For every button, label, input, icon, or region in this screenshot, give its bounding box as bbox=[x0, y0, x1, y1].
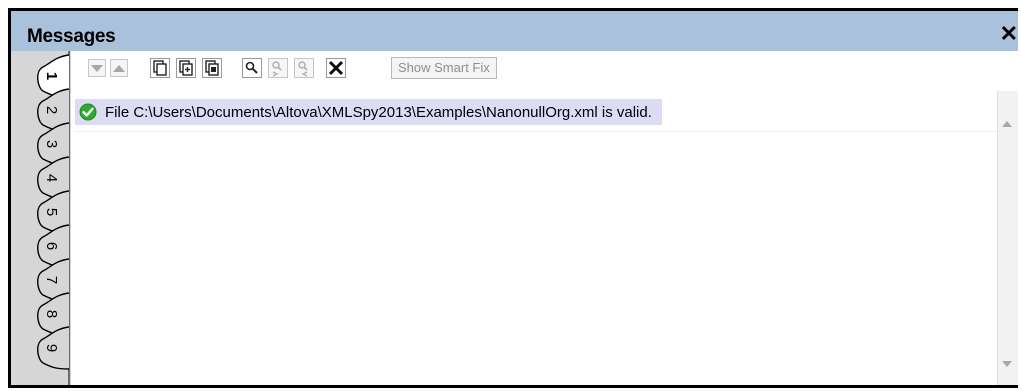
arrow-down-icon bbox=[88, 59, 106, 77]
window-title: Messages bbox=[27, 26, 116, 47]
search-icon bbox=[242, 58, 262, 78]
scroll-up-icon[interactable] bbox=[1002, 121, 1012, 127]
page-tab-strip: 1 2 3 4 5 6 7 8 9 bbox=[11, 51, 71, 385]
tab-label: 5 bbox=[43, 208, 60, 216]
tab-label: 2 bbox=[43, 106, 60, 114]
tab-label: 6 bbox=[43, 242, 60, 250]
next-error-button[interactable] bbox=[87, 57, 107, 79]
tab-label: 9 bbox=[43, 344, 60, 352]
find-next-button[interactable] bbox=[267, 57, 289, 79]
scroll-down-icon[interactable] bbox=[1002, 361, 1012, 367]
tab-label: 7 bbox=[43, 276, 60, 284]
tab-9[interactable]: 9 bbox=[37, 326, 70, 370]
clear-button[interactable] bbox=[325, 57, 347, 79]
page-tabs: 1 2 3 4 5 6 7 8 9 bbox=[37, 51, 70, 385]
show-smart-fix-button[interactable]: Show Smart Fix bbox=[391, 57, 497, 79]
message-toolbar: Show Smart Fix bbox=[71, 51, 1018, 91]
tab-label: 3 bbox=[43, 140, 60, 148]
messages-window: Messages ✕ 1 2 3 4 5 6 7 8 9 Show Smart Fix File… bbox=[8, 8, 1018, 388]
check-circle-icon bbox=[79, 103, 97, 121]
copy-icon bbox=[150, 58, 170, 78]
close-icon[interactable]: ✕ bbox=[1000, 23, 1018, 45]
find-previous-button[interactable] bbox=[293, 57, 315, 79]
tab-label: 8 bbox=[43, 310, 60, 318]
copy-line-button[interactable] bbox=[149, 57, 171, 79]
find-previous-icon bbox=[294, 58, 314, 78]
arrow-up-icon bbox=[110, 59, 128, 77]
previous-error-button[interactable] bbox=[109, 57, 129, 79]
message-text: File C:\Users\Documents\Altova\XMLSpy201… bbox=[105, 103, 652, 121]
tab-label: 1 bbox=[43, 72, 60, 80]
copy-all-icon bbox=[176, 58, 196, 78]
message-list: File C:\Users\Documents\Altova\XMLSpy201… bbox=[71, 91, 998, 385]
tab-label: 4 bbox=[43, 174, 60, 182]
vertical-scrollbar[interactable] bbox=[997, 91, 1018, 385]
copy-all-expanded-button[interactable] bbox=[175, 57, 197, 79]
row-divider bbox=[75, 131, 998, 132]
copy-all-button[interactable] bbox=[201, 57, 223, 79]
titlebar: Messages ✕ bbox=[11, 11, 1018, 52]
message-row[interactable]: File C:\Users\Documents\Altova\XMLSpy201… bbox=[75, 99, 662, 125]
copy-plus-icon bbox=[202, 58, 222, 78]
find-next-icon bbox=[268, 58, 288, 78]
find-button[interactable] bbox=[241, 57, 263, 79]
clear-x-icon bbox=[326, 58, 346, 78]
